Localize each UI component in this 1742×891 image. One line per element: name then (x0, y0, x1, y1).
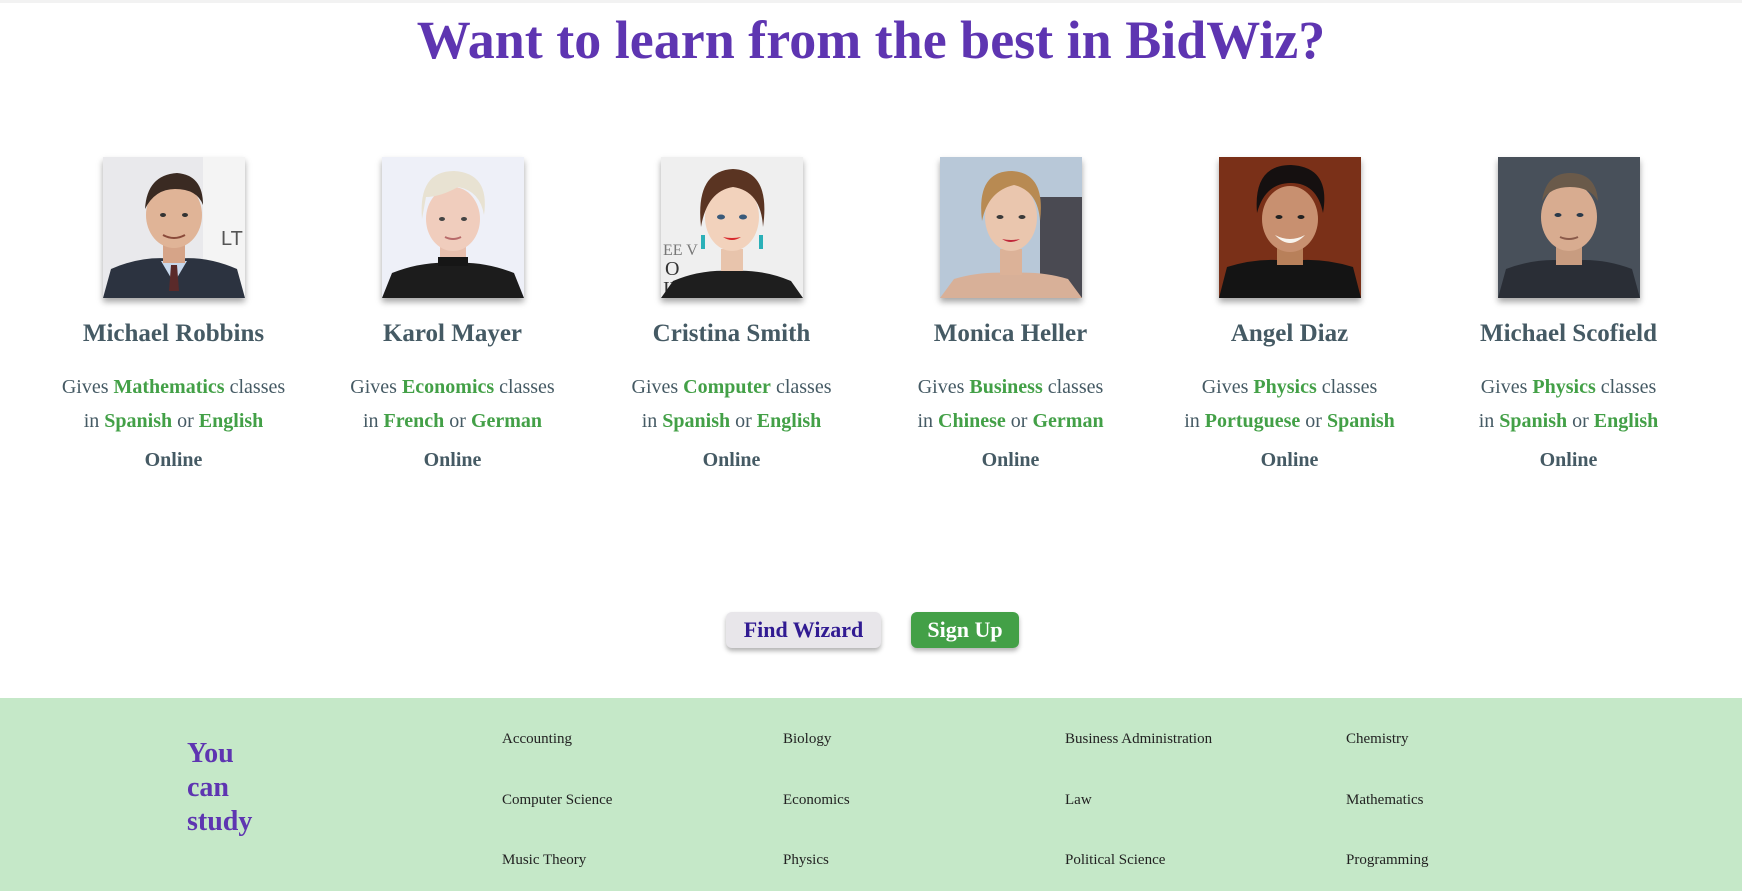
tutor-mode: Online (144, 449, 203, 471)
tutor-mode: Online (1539, 449, 1598, 471)
footer-subject-link[interactable]: Accounting (502, 729, 572, 749)
svg-text:EE V: EE V (663, 242, 698, 259)
tutor-language: English (198, 410, 264, 432)
tutor-description: Gives Business classes in Chinese or Ger… (917, 376, 1104, 432)
footer-subject-link[interactable]: Business Administration (1065, 729, 1212, 749)
footer-subject-link[interactable]: Mathematics (1346, 790, 1423, 810)
tutor-mode: Online (1260, 449, 1319, 471)
tutor-language: Spanish (104, 410, 173, 432)
svg-text:LT: LT (221, 228, 243, 250)
find-wizard-button[interactable]: Find Wizard (726, 612, 881, 648)
tutor-language: German (1032, 410, 1104, 432)
tutor-card[interactable]: Michael Scofield Gives Physics classes i… (1429, 157, 1708, 474)
footer-subject-link[interactable]: Political Science (1065, 850, 1165, 870)
tutor-description: Gives Economics classes in French or Ger… (350, 376, 555, 432)
footer-subject-link[interactable]: Chemistry (1346, 729, 1409, 749)
tutor-mode: Online (981, 449, 1040, 471)
tutor-card[interactable]: Karol Mayer Gives Economics classes in F… (313, 157, 592, 474)
footer: You can study Accounting Biology Busines… (0, 698, 1742, 891)
tutor-name: Monica Heller (933, 320, 1088, 347)
tutor-photo[interactable]: EE V O IN (660, 157, 803, 298)
tutor-photo[interactable] (381, 157, 524, 298)
tutor-description: Gives Physics classes in Portuguese or S… (1184, 376, 1395, 432)
footer-subject-link[interactable]: Law (1065, 790, 1092, 810)
tutor-subject: Business (969, 376, 1043, 398)
tutor-subject: Economics (401, 376, 495, 398)
tutor-photo[interactable] (1497, 157, 1640, 298)
top-divider (0, 0, 1742, 3)
footer-subject-link[interactable]: Computer Science (502, 790, 612, 810)
tutor-description: Gives Mathematics classes in Spanish or … (61, 376, 286, 432)
tutor-language: German (470, 410, 543, 432)
tutor-photo[interactable] (939, 157, 1082, 298)
tutor-photo[interactable] (1218, 157, 1361, 298)
footer-subject-link[interactable]: Programming (1346, 850, 1429, 870)
tutor-name: Karol Mayer (382, 320, 523, 347)
tutor-card[interactable]: Angel Diaz Gives Physics classes in Port… (1150, 157, 1429, 474)
tutor-name: Angel Diaz (1230, 320, 1349, 347)
tutor-subject: Physics (1253, 376, 1317, 398)
footer-subject-link[interactable]: Economics (783, 790, 850, 810)
tutor-description: Gives Physics classes in Spanish or Engl… (1478, 376, 1659, 432)
tutor-subject: Computer (683, 376, 771, 398)
tutor-card[interactable]: LT Michael Robbins Gives Mathematics cla… (34, 157, 313, 474)
tutor-list: LT Michael Robbins Gives Mathematics cla… (34, 157, 1710, 487)
footer-subject-link[interactable]: Physics (783, 850, 829, 870)
tutor-language: English (756, 410, 822, 432)
tutor-subject: Physics (1532, 376, 1596, 398)
tutor-name: Cristina Smith (652, 320, 811, 347)
tutor-subject: Mathematics (113, 376, 225, 398)
tutor-name: Michael Robbins (82, 320, 265, 347)
page-title: Want to learn from the best in BidWiz? (416, 10, 1326, 70)
tutor-language: English (1593, 410, 1659, 432)
tutor-name: Michael Scofield (1479, 320, 1658, 347)
tutor-mode: Online (702, 449, 761, 471)
tutor-card[interactable]: Monica Heller Gives Business classes in … (871, 157, 1150, 474)
tutor-language: Spanish (1326, 410, 1395, 432)
sign-up-button[interactable]: Sign Up (911, 612, 1019, 648)
footer-subject-link[interactable]: Music Theory (502, 850, 586, 870)
tutor-language: Chinese (938, 410, 1006, 432)
tutor-language: French (383, 410, 445, 432)
footer-study-heading: You can study (187, 738, 253, 837)
tutor-language: Spanish (662, 410, 731, 432)
tutor-mode: Online (423, 449, 482, 471)
tutor-card[interactable]: EE V O IN Cristina Smith Gives Computer … (592, 157, 871, 474)
svg-text:O: O (665, 258, 679, 280)
tutor-photo[interactable]: LT (102, 157, 245, 298)
tutor-language: Spanish (1499, 410, 1568, 432)
tutor-language: Portuguese (1204, 410, 1301, 432)
tutor-description: Gives Computer classes in Spanish or Eng… (631, 376, 832, 432)
footer-subject-link[interactable]: Biology (783, 729, 831, 749)
